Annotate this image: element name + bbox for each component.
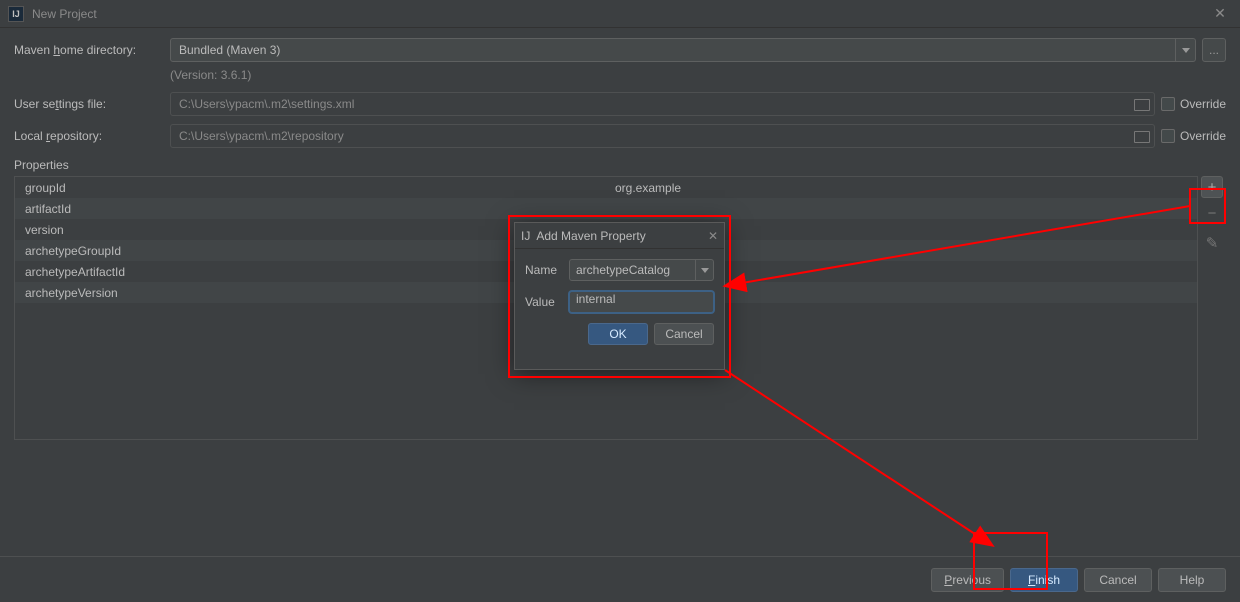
dialog-value-text: internal <box>576 292 615 306</box>
table-row[interactable]: artifactId <box>15 198 1197 219</box>
checkbox-icon[interactable] <box>1161 129 1175 143</box>
folder-icon[interactable] <box>1134 129 1148 141</box>
wizard-buttons: Previous Finish Cancel Help <box>0 556 1240 602</box>
dialog-title: Add Maven Property <box>536 229 645 243</box>
maven-home-row: Maven home directory: Bundled (Maven 3) … <box>14 38 1226 62</box>
local-repo-label: Local repository: <box>14 129 170 143</box>
prop-name: groupId <box>25 181 615 195</box>
checkbox-icon[interactable] <box>1161 97 1175 111</box>
finish-button[interactable]: Finish <box>1010 568 1078 592</box>
local-repo-row: Local repository: C:\Users\ypacm\.m2\rep… <box>14 124 1226 148</box>
window-title: New Project <box>32 7 97 21</box>
close-icon[interactable]: ✕ <box>1208 5 1232 22</box>
cancel-button[interactable]: Cancel <box>1084 568 1152 592</box>
user-settings-label: User settings file: <box>14 97 170 111</box>
titlebar: IJ New Project ✕ <box>0 0 1240 28</box>
previous-button[interactable]: Previous <box>931 568 1004 592</box>
properties-toolbar: + − ✎ <box>1198 176 1226 440</box>
maven-home-label: Maven home directory: <box>14 43 170 57</box>
help-button[interactable]: Help <box>1158 568 1226 592</box>
maven-version-label: (Version: 3.6.1) <box>170 68 251 82</box>
dialog-value-label: Value <box>525 295 569 309</box>
dialog-titlebar: IJ Add Maven Property ✕ <box>515 223 724 249</box>
pencil-icon: ✎ <box>1206 236 1219 251</box>
override-label: Override <box>1180 97 1226 111</box>
remove-property-button[interactable]: − <box>1201 202 1223 224</box>
dialog-value-input[interactable]: internal <box>569 291 714 313</box>
maven-home-value: Bundled (Maven 3) <box>179 43 280 57</box>
prop-name: artifactId <box>25 202 615 216</box>
maven-home-combo[interactable]: Bundled (Maven 3) <box>170 38 1196 62</box>
user-settings-field[interactable]: C:\Users\ypacm\.m2\settings.xml <box>170 92 1155 116</box>
dialog-name-label: Name <box>525 263 569 277</box>
plus-icon: + <box>1208 180 1217 195</box>
table-row[interactable]: groupIdorg.example <box>15 177 1197 198</box>
chevron-down-icon[interactable] <box>1175 39 1195 61</box>
override-label: Override <box>1180 129 1226 143</box>
folder-icon[interactable] <box>1134 97 1148 109</box>
maven-home-browse-button[interactable]: ... <box>1202 38 1226 62</box>
user-settings-value: C:\Users\ypacm\.m2\settings.xml <box>179 97 354 111</box>
minus-icon: − <box>1208 206 1217 221</box>
local-repo-value: C:\Users\ypacm\.m2\repository <box>179 129 344 143</box>
local-repo-field[interactable]: C:\Users\ypacm\.m2\repository <box>170 124 1155 148</box>
add-property-button[interactable]: + <box>1201 176 1223 198</box>
app-icon: IJ <box>8 6 24 22</box>
add-maven-property-dialog: IJ Add Maven Property ✕ Name archetypeCa… <box>514 222 725 370</box>
dialog-name-value: archetypeCatalog <box>576 263 670 277</box>
dialog-cancel-button[interactable]: Cancel <box>654 323 714 345</box>
edit-property-button[interactable]: ✎ <box>1201 232 1223 254</box>
user-settings-override[interactable]: Override <box>1161 97 1226 111</box>
local-repo-override[interactable]: Override <box>1161 129 1226 143</box>
properties-header: Properties <box>14 158 1226 172</box>
dialog-name-combo[interactable]: archetypeCatalog <box>569 259 714 281</box>
prop-value: org.example <box>615 181 1187 195</box>
chevron-down-icon[interactable] <box>695 260 713 280</box>
user-settings-row: User settings file: C:\Users\ypacm\.m2\s… <box>14 92 1226 116</box>
dialog-ok-button[interactable]: OK <box>588 323 648 345</box>
close-icon[interactable]: ✕ <box>708 229 718 243</box>
app-icon: IJ <box>521 229 530 243</box>
